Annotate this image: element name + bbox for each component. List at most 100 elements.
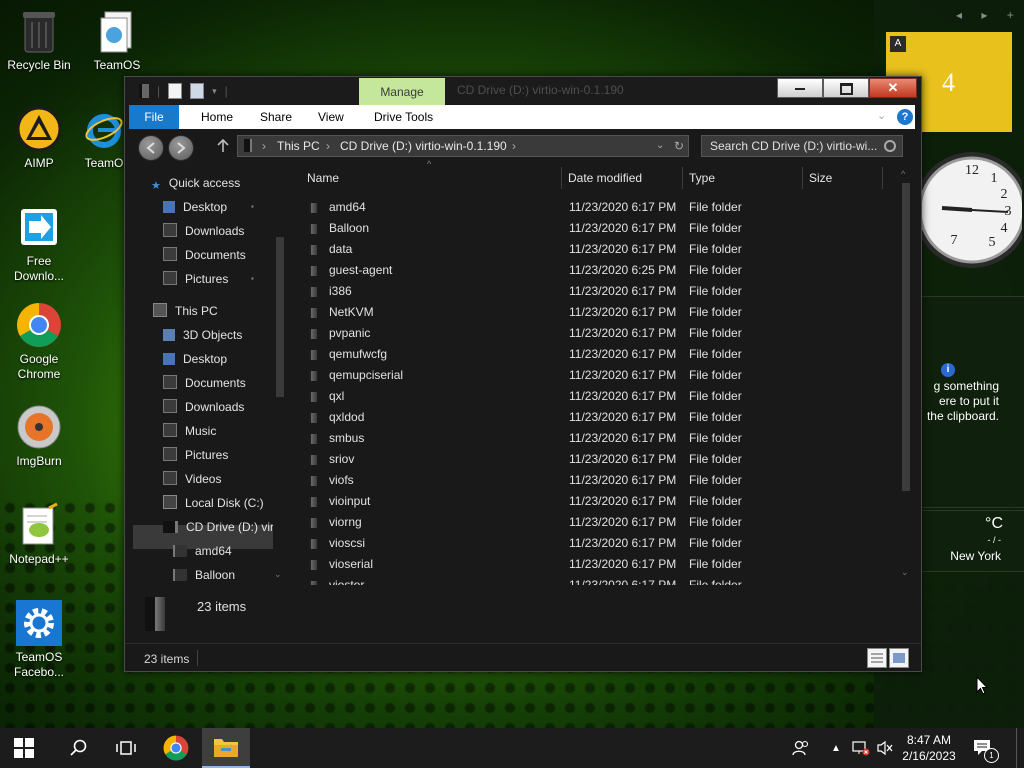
svg-text:12: 12 bbox=[965, 163, 979, 178]
tab-drive-tools[interactable]: Drive Tools bbox=[374, 105, 433, 129]
manage-context-tab[interactable]: Manage bbox=[359, 78, 445, 105]
people-button[interactable] bbox=[786, 728, 816, 768]
file-type: File folder bbox=[689, 242, 742, 256]
file-row[interactable]: vioinput 11/23/2020 6:17 PM File folder bbox=[301, 491, 901, 512]
help-icon[interactable]: ? bbox=[897, 109, 913, 125]
breadcrumb-this-pc[interactable]: This PC bbox=[277, 136, 320, 156]
file-row[interactable]: vioscsi 11/23/2020 6:17 PM File folder bbox=[301, 533, 901, 554]
teamos-document-icon bbox=[94, 8, 140, 54]
desktop-icon-free-download[interactable]: Free Downlo... bbox=[1, 204, 77, 284]
file-row[interactable]: NetKVM 11/23/2020 6:17 PM File folder bbox=[301, 302, 901, 323]
minimize-button[interactable] bbox=[777, 78, 823, 98]
column-separator[interactable] bbox=[802, 167, 803, 189]
file-name: viostor bbox=[329, 578, 365, 585]
column-header-name[interactable]: Name bbox=[307, 167, 339, 189]
forward-button[interactable] bbox=[168, 135, 194, 161]
file-name: qemupciserial bbox=[329, 368, 404, 382]
file-row[interactable]: Balloon 11/23/2020 6:17 PM File folder bbox=[301, 218, 901, 239]
file-row[interactable]: i386 11/23/2020 6:17 PM File folder bbox=[301, 281, 901, 302]
close-icon: ✕ bbox=[887, 80, 899, 95]
file-row[interactable]: viofs 11/23/2020 6:17 PM File folder bbox=[301, 470, 901, 491]
desktop-icon-imgburn[interactable]: ImgBurn bbox=[1, 404, 77, 469]
task-view-button[interactable] bbox=[102, 728, 150, 768]
file-row[interactable]: vioserial 11/23/2020 6:17 PM File folder bbox=[301, 554, 901, 575]
tab-home[interactable]: Home bbox=[201, 105, 233, 129]
search-input[interactable]: Search CD Drive (D:) virtio-wi... bbox=[710, 136, 877, 156]
tab-view[interactable]: View bbox=[318, 105, 344, 129]
folder-icon bbox=[309, 518, 317, 528]
desktop-icon-aimp[interactable]: AIMP bbox=[1, 106, 77, 171]
taskbar-chrome[interactable] bbox=[152, 728, 200, 768]
details-view-button[interactable] bbox=[867, 648, 887, 668]
desktop-icon-google-chrome[interactable]: Google Chrome bbox=[1, 302, 77, 382]
drive-icon bbox=[139, 84, 149, 98]
file-row[interactable]: viorng 11/23/2020 6:17 PM File folder bbox=[301, 512, 901, 533]
address-bar[interactable]: › This PC › CD Drive (D:) virtio-win-0.1… bbox=[237, 135, 689, 157]
file-list-scroll-thumb[interactable] bbox=[902, 183, 910, 491]
file-row[interactable]: qxl 11/23/2020 6:17 PM File folder bbox=[301, 386, 901, 407]
customize-dropdown-icon[interactable]: ▾ bbox=[212, 86, 217, 97]
search-box[interactable]: Search CD Drive (D:) virtio-wi... bbox=[701, 135, 903, 157]
column-header-type[interactable]: Type bbox=[689, 167, 715, 189]
maximize-button[interactable] bbox=[823, 78, 869, 98]
info-icon: i bbox=[941, 363, 955, 377]
list-scroll-down-icon[interactable]: ⌄ bbox=[901, 567, 909, 578]
up-button[interactable] bbox=[215, 137, 231, 155]
file-row[interactable]: amd64 11/23/2020 6:17 PM File folder bbox=[301, 197, 901, 218]
file-row[interactable]: qemufwcfg 11/23/2020 6:17 PM File folder bbox=[301, 344, 901, 365]
start-button[interactable] bbox=[0, 728, 48, 768]
file-date: 11/23/2020 6:17 PM bbox=[569, 494, 677, 508]
list-scroll-up-icon[interactable]: ^ bbox=[901, 169, 905, 179]
desktop-icon-teamo[interactable]: TeamO bbox=[79, 106, 129, 171]
desktop-icon-teamos-facebook[interactable]: TeamOS Facebo... bbox=[1, 600, 77, 680]
desktop-icon-teamos[interactable]: TeamOS bbox=[79, 8, 155, 73]
show-desktop-button[interactable] bbox=[1016, 728, 1024, 768]
taskbar-search-button[interactable] bbox=[54, 728, 102, 768]
title-bar[interactable]: | ▾ | Manage CD Drive (D:) virtio-win-0.… bbox=[125, 77, 921, 105]
show-hidden-icons-button[interactable]: ▲ bbox=[826, 728, 846, 768]
file-row[interactable]: guest-agent 11/23/2020 6:25 PM File folder bbox=[301, 260, 901, 281]
desktop-icon-recycle-bin[interactable]: Recycle Bin bbox=[1, 8, 77, 73]
volume-status[interactable] bbox=[874, 728, 896, 768]
notification-count-badge: 1 bbox=[984, 748, 999, 763]
tab-share[interactable]: Share bbox=[260, 105, 292, 129]
file-row[interactable]: pvpanic 11/23/2020 6:17 PM File folder bbox=[301, 323, 901, 344]
large-icons-view-button[interactable] bbox=[889, 648, 909, 668]
back-button[interactable] bbox=[138, 135, 164, 161]
properties-icon[interactable] bbox=[168, 83, 183, 99]
breadcrumb-cd-drive[interactable]: CD Drive (D:) virtio-win-0.1.190 bbox=[340, 136, 507, 156]
action-center-button[interactable]: 1 bbox=[966, 728, 1000, 768]
taskbar-file-explorer[interactable] bbox=[202, 728, 250, 768]
gadget-nav-arrows[interactable]: ◂ ▸ + bbox=[956, 8, 1022, 22]
tab-file[interactable]: File bbox=[129, 105, 179, 129]
desktop-icon-notepadpp[interactable]: Notepad++ bbox=[1, 502, 77, 567]
breadcrumb-chevron-icon: › bbox=[326, 139, 330, 153]
file-type: File folder bbox=[689, 347, 742, 361]
new-folder-icon[interactable] bbox=[190, 83, 205, 99]
refresh-icon[interactable]: ↻ bbox=[674, 136, 684, 156]
folder-icon bbox=[309, 476, 317, 486]
column-header-size[interactable]: Size bbox=[809, 167, 832, 189]
search-icon bbox=[884, 140, 896, 152]
file-row[interactable]: data 11/23/2020 6:17 PM File folder bbox=[301, 239, 901, 260]
address-dropdown-icon[interactable]: ⌄ bbox=[656, 136, 664, 156]
tile-number: 4 bbox=[942, 68, 955, 97]
close-button[interactable]: ✕ bbox=[869, 78, 917, 98]
file-row[interactable]: smbus 11/23/2020 6:17 PM File folder bbox=[301, 428, 901, 449]
column-separator[interactable] bbox=[882, 167, 883, 189]
file-name: vioinput bbox=[329, 494, 371, 508]
file-row[interactable]: qxldod 11/23/2020 6:17 PM File folder bbox=[301, 407, 901, 428]
forward-arrow-icon bbox=[177, 142, 186, 154]
column-separator[interactable] bbox=[561, 167, 562, 189]
file-row[interactable]: qemupciserial 11/23/2020 6:17 PM File fold… bbox=[301, 365, 901, 386]
file-row[interactable]: viostor 11/23/2020 6:17 PM File folder bbox=[301, 575, 901, 585]
file-name: Balloon bbox=[329, 221, 370, 235]
network-status[interactable] bbox=[848, 728, 874, 768]
file-explorer-window[interactable]: | ▾ | Manage CD Drive (D:) virtio-win-0.… bbox=[124, 76, 922, 672]
file-row[interactable]: sriov 11/23/2020 6:17 PM File folder bbox=[301, 449, 901, 470]
taskbar-clock[interactable]: 8:47 AM 2/16/2023 bbox=[898, 728, 960, 768]
column-separator[interactable] bbox=[682, 167, 683, 189]
expand-ribbon-icon[interactable]: ⌄ bbox=[877, 109, 886, 122]
column-header-date-modified[interactable]: Date modified bbox=[568, 167, 642, 189]
status-separator bbox=[197, 650, 198, 666]
